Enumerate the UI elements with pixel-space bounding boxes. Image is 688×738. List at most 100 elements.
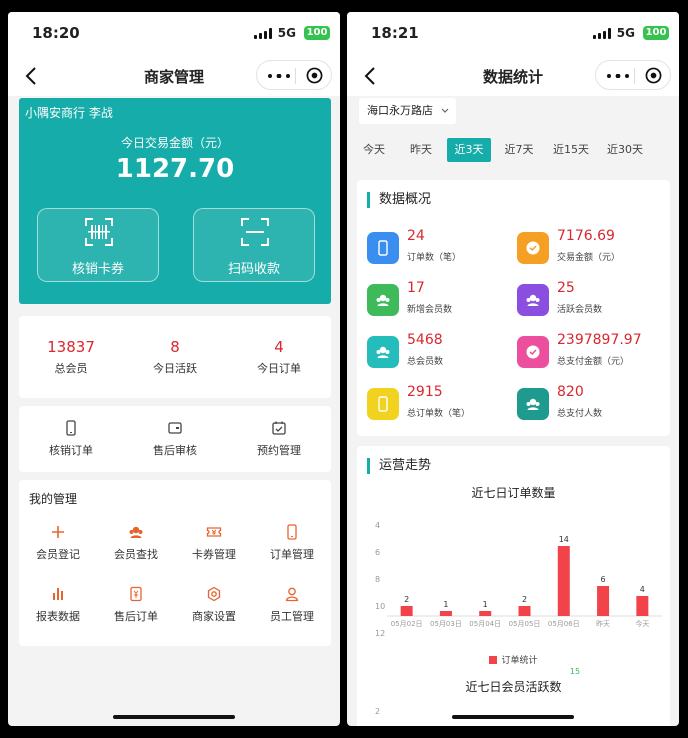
x-tick-label: 05月02日 (391, 620, 423, 628)
battery-icon: 100 (304, 26, 330, 40)
chevron-down-icon (441, 108, 449, 113)
grid-merchant-settings[interactable]: 商家设置 (175, 586, 253, 624)
phone-icon (367, 388, 399, 420)
quick-verify-order[interactable]: 核销订单 (19, 406, 123, 458)
overview-title: 数据概况 (367, 192, 431, 208)
bar-value-label: 4 (640, 585, 645, 594)
x-tick-label: 05月05日 (509, 620, 541, 628)
battery-icon: 100 (643, 26, 669, 40)
nav-bar: 商家管理 (8, 56, 340, 96)
overview-total-orders[interactable]: 2915 总订单数（笔） (367, 384, 517, 424)
overview-total-paid[interactable]: 2397897.97 总支付金额（元） (517, 332, 667, 372)
mini-program-capsule (595, 60, 671, 90)
data-overview-card: 数据概况 24 订单数（笔） 7176.69 交易金额（元） 17 新增会员数 … (357, 180, 670, 436)
grid-member-register[interactable]: 会员登记 (19, 524, 97, 562)
quick-label: 核销订单 (49, 444, 93, 457)
tab-3-days[interactable]: 近3天 (447, 138, 491, 162)
overview-total-payers[interactable]: 820 总支付人数 (517, 384, 667, 424)
order-bar (479, 611, 492, 616)
signal-icon (593, 28, 611, 39)
order-bar (439, 611, 452, 616)
close-target-icon[interactable] (645, 67, 662, 84)
more-icon[interactable] (606, 74, 630, 78)
stat-label: 今日活跃 (153, 362, 197, 375)
phone-icon (66, 420, 76, 436)
y-tick-label: 8 (375, 575, 380, 584)
bar-value-label: 8 (620, 725, 625, 726)
member-stats-card: 13837 总会员 8 今日活跃 4 今日订单 (19, 316, 331, 398)
overview-value: 2915 (407, 384, 443, 400)
bar-value-label: 6 (601, 575, 606, 584)
trend-title: 运营走势 (367, 458, 431, 474)
more-icon[interactable] (267, 74, 291, 78)
overview-value: 17 (407, 280, 425, 296)
order-phone-icon (287, 524, 297, 540)
today-amount: 1127.70 (115, 154, 235, 184)
quick-label: 预约管理 (257, 444, 301, 457)
legend-swatch (489, 656, 498, 664)
stat-value: 4 (274, 338, 284, 356)
scan-frame-icon (241, 218, 269, 246)
order-bar (636, 596, 649, 616)
grid-label: 商家设置 (192, 610, 236, 623)
coin-check-icon (517, 336, 549, 368)
tab-30-days[interactable]: 近30天 (602, 138, 648, 162)
bar-chart-icon (53, 588, 63, 600)
overview-active-members[interactable]: 25 活跃会员数 (517, 280, 667, 320)
overview-value: 2397897.97 (557, 332, 642, 348)
x-tick-label: 今天 (635, 619, 649, 628)
order-bar (518, 606, 531, 616)
barcode-scan-icon (85, 218, 113, 246)
stat-today-active[interactable]: 8 今日活跃 (123, 316, 227, 376)
grid-staff-manage[interactable]: 员工管理 (253, 586, 331, 624)
grid-aftersale-order[interactable]: 售后订单 (97, 586, 175, 624)
orders-bar-chart: 4 6 8 10 12 2 05月02日 1 05月03日 1 05月04日 2 05月05日 14 05月… (375, 521, 662, 638)
members-icon (367, 336, 399, 368)
grid-report-data[interactable]: 报表数据 (19, 586, 97, 624)
tab-15-days[interactable]: 近15天 (548, 138, 594, 162)
overview-new-members[interactable]: 17 新增会员数 (367, 280, 517, 320)
close-target-icon[interactable] (306, 67, 323, 84)
grid-label: 报表数据 (36, 610, 80, 623)
overview-trade-amount[interactable]: 7176.69 交易金额（元） (517, 228, 667, 268)
settings-icon (207, 586, 221, 602)
stat-value: 8 (170, 338, 180, 356)
tab-today[interactable]: 今天 (357, 138, 391, 162)
grid-order-manage[interactable]: 订单管理 (253, 524, 331, 562)
status-time: 18:21 (371, 24, 419, 42)
verify-coupon-label: 核销卡券 (71, 262, 124, 277)
store-select[interactable]: 海口永万路店 (359, 98, 456, 124)
status-bar: 18:21 5G 100 (347, 12, 679, 56)
quick-actions-card: 核销订单 售后审核 预约管理 (19, 406, 331, 472)
overview-label: 新增会员数 (407, 305, 453, 315)
y-tick-label: 12 (375, 629, 385, 638)
y-tick-label: 10 (375, 602, 385, 611)
today-summary-panel: 小隅安商行 李战 今日交易金额（元） 1127.70 核销卡券 扫码收款 (19, 98, 331, 304)
grid-coupon-manage[interactable]: 卡券管理 (175, 524, 253, 562)
stat-total-members[interactable]: 13837 总会员 (19, 316, 123, 376)
overview-label: 总支付人数 (557, 409, 603, 419)
mini-program-capsule (256, 60, 332, 90)
grid-member-search[interactable]: 会员查找 (97, 524, 175, 562)
stat-today-orders[interactable]: 4 今日订单 (227, 316, 331, 376)
overview-order-count[interactable]: 24 订单数（笔） (367, 228, 517, 268)
plus-icon (52, 526, 64, 538)
nav-bar: 数据统计 (347, 56, 679, 96)
overview-value: 820 (557, 384, 584, 400)
quick-aftersale-review[interactable]: 售后审核 (123, 406, 227, 458)
coin-check-icon (517, 232, 549, 264)
tab-7-days[interactable]: 近7天 (499, 138, 539, 162)
quick-appointment[interactable]: 预约管理 (227, 406, 331, 458)
y-tick-label: 6 (375, 548, 380, 557)
order-bar (557, 546, 570, 616)
capsule-divider (295, 68, 296, 84)
bar-value-label: 1 (443, 600, 448, 609)
overview-label: 总会员数 (407, 357, 444, 367)
tab-yesterday[interactable]: 昨天 (404, 138, 438, 162)
verify-coupon-button[interactable]: 核销卡券 (37, 208, 159, 282)
scan-payment-button[interactable]: 扫码收款 (193, 208, 315, 282)
overview-total-members[interactable]: 5468 总会员数 (367, 332, 517, 372)
overview-label: 总支付金额（元） (557, 357, 630, 367)
coupon-icon (206, 527, 222, 537)
grid-label: 售后订单 (114, 610, 158, 623)
